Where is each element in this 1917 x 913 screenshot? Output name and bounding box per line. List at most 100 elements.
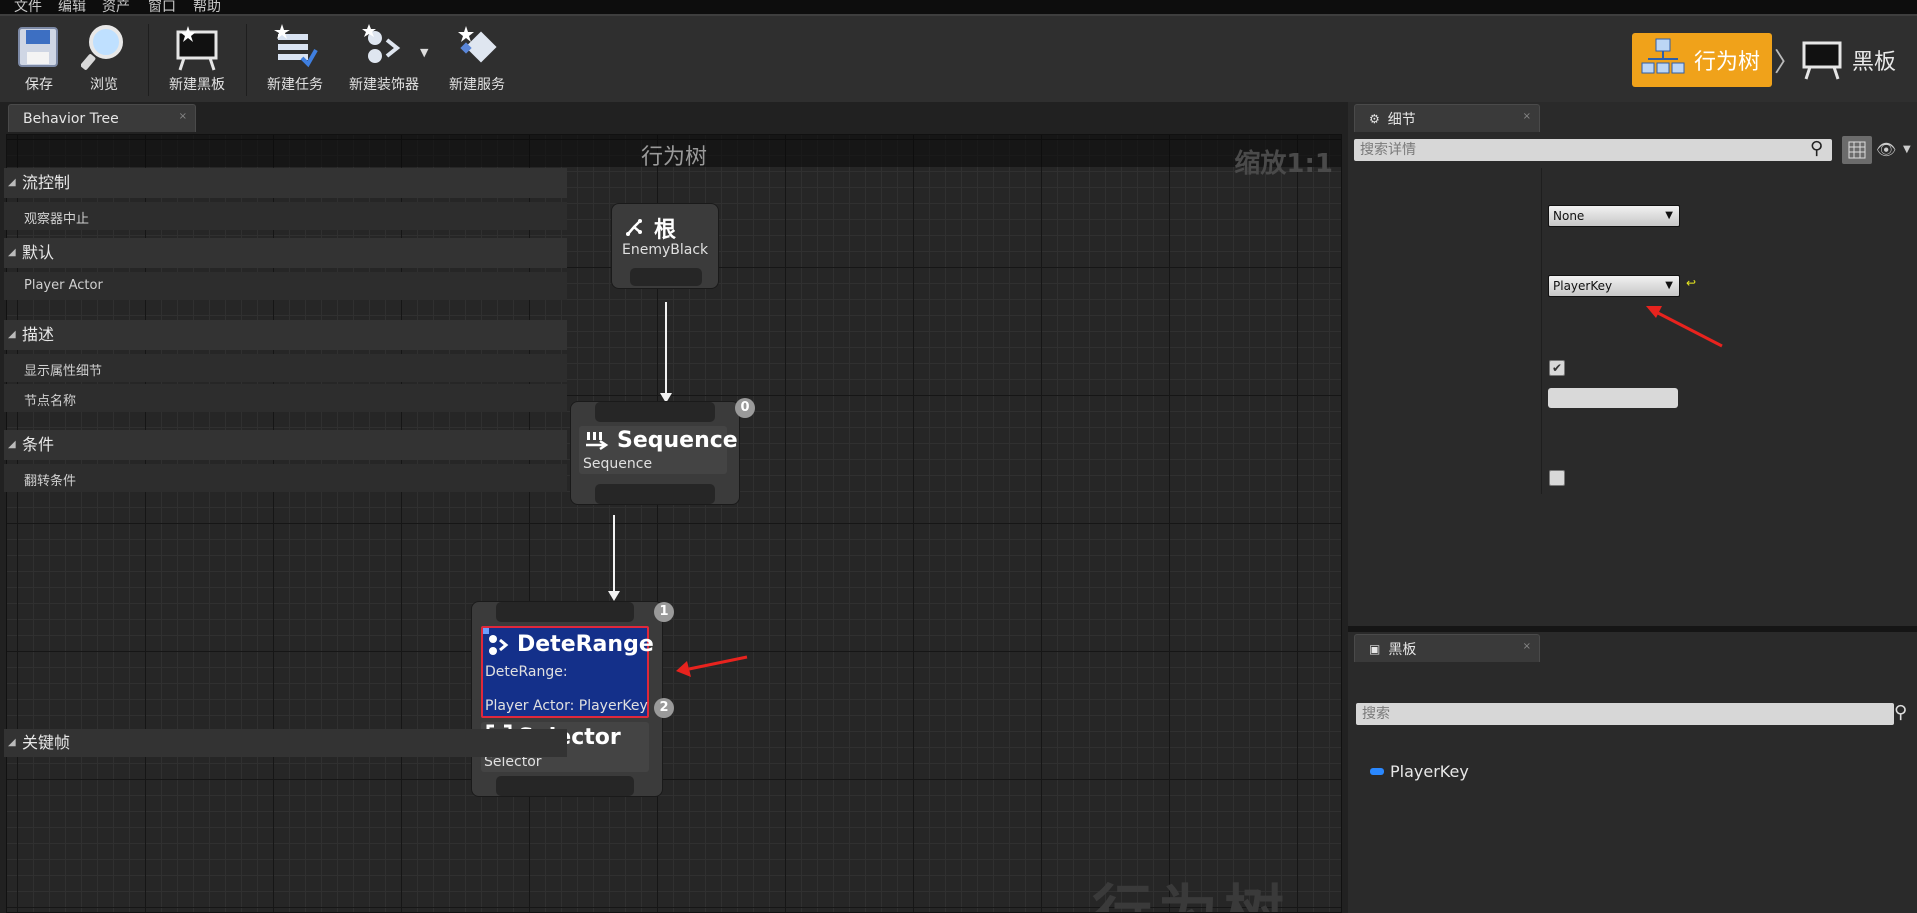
details-icon: ⚙ bbox=[1369, 111, 1380, 126]
node-input-pin[interactable] bbox=[595, 402, 715, 422]
invert-condition-checkbox[interactable] bbox=[1549, 470, 1565, 486]
category-condition[interactable]: ◢ 条件 bbox=[4, 430, 567, 460]
behavior-tree-icon bbox=[1641, 38, 1685, 74]
property-row-show-details: 显示属性细节 bbox=[4, 354, 567, 382]
node-root[interactable]: 根 EnemyBlack bbox=[611, 203, 719, 289]
search-icon[interactable]: ⚲ bbox=[1810, 138, 1823, 159]
sequence-icon bbox=[586, 431, 609, 450]
new-decorator-button[interactable]: 新建装饰器 bbox=[340, 16, 428, 102]
mode-blackboard-button[interactable]: 黑板 bbox=[1800, 33, 1917, 87]
save-icon bbox=[18, 27, 58, 67]
tab-details[interactable]: ⚙ 细节 × bbox=[1354, 104, 1540, 132]
blackboard-body bbox=[1348, 662, 1917, 913]
decorator-line2: Player Actor: PlayerKey bbox=[485, 698, 648, 714]
grid-icon bbox=[1848, 141, 1866, 159]
decorator-icon bbox=[362, 24, 401, 63]
reset-to-default-icon[interactable]: ↩ bbox=[1686, 276, 1696, 290]
details-search-input[interactable]: 搜索详情 bbox=[1354, 139, 1832, 161]
blackboard-icon bbox=[1802, 41, 1842, 80]
decorator-deterange[interactable]: DeteRange DeteRange: Player Actor: Playe… bbox=[481, 626, 654, 718]
decorator-icon bbox=[489, 634, 509, 655]
expand-triangle-icon: ◢ bbox=[8, 247, 16, 258]
tab-blackboard[interactable]: ▣ 黑板 × bbox=[1354, 634, 1540, 662]
category-description[interactable]: ◢ 描述 bbox=[4, 320, 567, 350]
player-actor-value: PlayerKey bbox=[1553, 279, 1613, 293]
blackboard-category-label: 关键帧 bbox=[22, 733, 71, 752]
connection-arrowhead bbox=[608, 591, 620, 601]
property-matrix-button[interactable] bbox=[1842, 136, 1872, 164]
new-service-button[interactable]: 新建服务 bbox=[444, 16, 510, 102]
expand-triangle-icon: ◢ bbox=[8, 439, 16, 450]
decorator-title: DeteRange bbox=[517, 632, 654, 657]
dropdown-arrow-icon: ▼ bbox=[1665, 280, 1673, 291]
tab-behavior-tree-label: Behavior Tree bbox=[23, 110, 119, 127]
toolbar-separator bbox=[246, 24, 247, 96]
blackboard-category-keys[interactable]: ◢ 关键帧 bbox=[4, 729, 567, 757]
new-task-label: 新建任务 bbox=[267, 77, 323, 93]
show-details-checkbox[interactable]: ✔ bbox=[1549, 360, 1565, 376]
category-condition-label: 条件 bbox=[22, 435, 55, 454]
blackboard-search-input[interactable]: 搜索 bbox=[1356, 703, 1894, 725]
root-icon bbox=[626, 219, 642, 236]
player-actor-dropdown[interactable]: PlayerKey ▼ bbox=[1548, 275, 1680, 297]
toolbar-separator bbox=[148, 24, 149, 96]
property-column-divider bbox=[1541, 168, 1542, 494]
chevron-down-icon[interactable]: ▼ bbox=[420, 46, 428, 59]
toolbar: 保存 浏览 新建黑板 新建任务 新建装饰器 ▼ 新建服务 行为树 〉 黑板 bbox=[0, 14, 1917, 102]
category-default-label: 默认 bbox=[22, 243, 55, 262]
show-details-label: 显示属性细节 bbox=[24, 364, 103, 379]
browse-button[interactable]: 浏览 bbox=[78, 16, 130, 102]
mode-blackboard-label: 黑板 bbox=[1852, 50, 1897, 75]
magnifier-icon bbox=[81, 25, 123, 70]
save-button[interactable]: 保存 bbox=[14, 16, 64, 102]
new-decorator-label: 新建装饰器 bbox=[349, 77, 419, 93]
tab-behavior-tree[interactable]: Behavior Tree × bbox=[8, 104, 196, 132]
node-root-header: 根 bbox=[624, 212, 676, 244]
search-icon[interactable]: ⚲ bbox=[1894, 702, 1907, 723]
menu-bar: 文件 编辑 资产 窗口 帮助 bbox=[0, 0, 1917, 15]
object-key-type-icon bbox=[1370, 768, 1384, 775]
new-blackboard-button[interactable]: 新建黑板 bbox=[164, 16, 230, 102]
execution-index-badge: 0 bbox=[735, 398, 755, 418]
node-root-subtitle: EnemyBlack bbox=[622, 242, 709, 258]
blackboard-small-icon: ▣ bbox=[1369, 641, 1381, 656]
node-output-pin[interactable] bbox=[595, 484, 715, 504]
expand-triangle-icon: ◢ bbox=[8, 737, 16, 748]
observer-abort-label: 观察器中止 bbox=[24, 212, 90, 227]
mode-behavior-tree-button[interactable]: 行为树 bbox=[1632, 33, 1772, 87]
close-icon[interactable]: × bbox=[179, 111, 187, 122]
observer-abort-dropdown[interactable]: None ▼ bbox=[1548, 205, 1680, 227]
node-output-pin[interactable] bbox=[630, 268, 702, 286]
eye-icon[interactable]: 👁 bbox=[1876, 140, 1896, 159]
chevron-down-icon[interactable]: ▼ bbox=[1903, 144, 1911, 155]
annotation-arrowhead bbox=[676, 661, 691, 677]
decorator-header: DeteRange bbox=[487, 632, 654, 657]
annotation-arrow bbox=[1646, 306, 1723, 348]
category-flow-control-label: 流控制 bbox=[22, 173, 71, 192]
blackboard-key-label: PlayerKey bbox=[1390, 762, 1469, 781]
node-root-title: 根 bbox=[654, 218, 677, 243]
node-input-pin[interactable] bbox=[496, 602, 634, 622]
category-description-label: 描述 bbox=[22, 325, 55, 344]
property-row-invert-condition: 翻转条件 bbox=[4, 464, 567, 492]
new-service-label: 新建服务 bbox=[449, 77, 505, 93]
node-selector[interactable]: 1 DeteRange DeteRange: Player Actor: Pla… bbox=[471, 601, 674, 797]
browse-label: 浏览 bbox=[90, 77, 118, 93]
node-sequence-header: Sequence bbox=[585, 428, 738, 453]
property-row-observer-abort: 观察器中止 bbox=[4, 202, 567, 230]
category-default[interactable]: ◢ 默认 bbox=[4, 238, 567, 268]
node-sequence-subtitle: Sequence bbox=[583, 456, 653, 472]
new-task-button[interactable]: 新建任务 bbox=[262, 16, 328, 102]
node-output-pin[interactable] bbox=[496, 776, 634, 796]
task-list-icon bbox=[274, 24, 318, 68]
node-name-input[interactable] bbox=[1548, 388, 1678, 408]
save-label: 保存 bbox=[25, 77, 53, 93]
close-icon[interactable]: × bbox=[1523, 641, 1531, 652]
service-icon bbox=[458, 26, 497, 63]
mode-behavior-tree-label: 行为树 bbox=[1694, 50, 1761, 75]
close-icon[interactable]: × bbox=[1523, 111, 1531, 122]
node-sequence[interactable]: Sequence Sequence 0 bbox=[570, 398, 755, 505]
execution-index-badge: 2 bbox=[654, 698, 674, 718]
blackboard-key-item[interactable]: PlayerKey bbox=[1370, 762, 1469, 781]
category-flow-control[interactable]: ◢ 流控制 bbox=[4, 168, 567, 198]
